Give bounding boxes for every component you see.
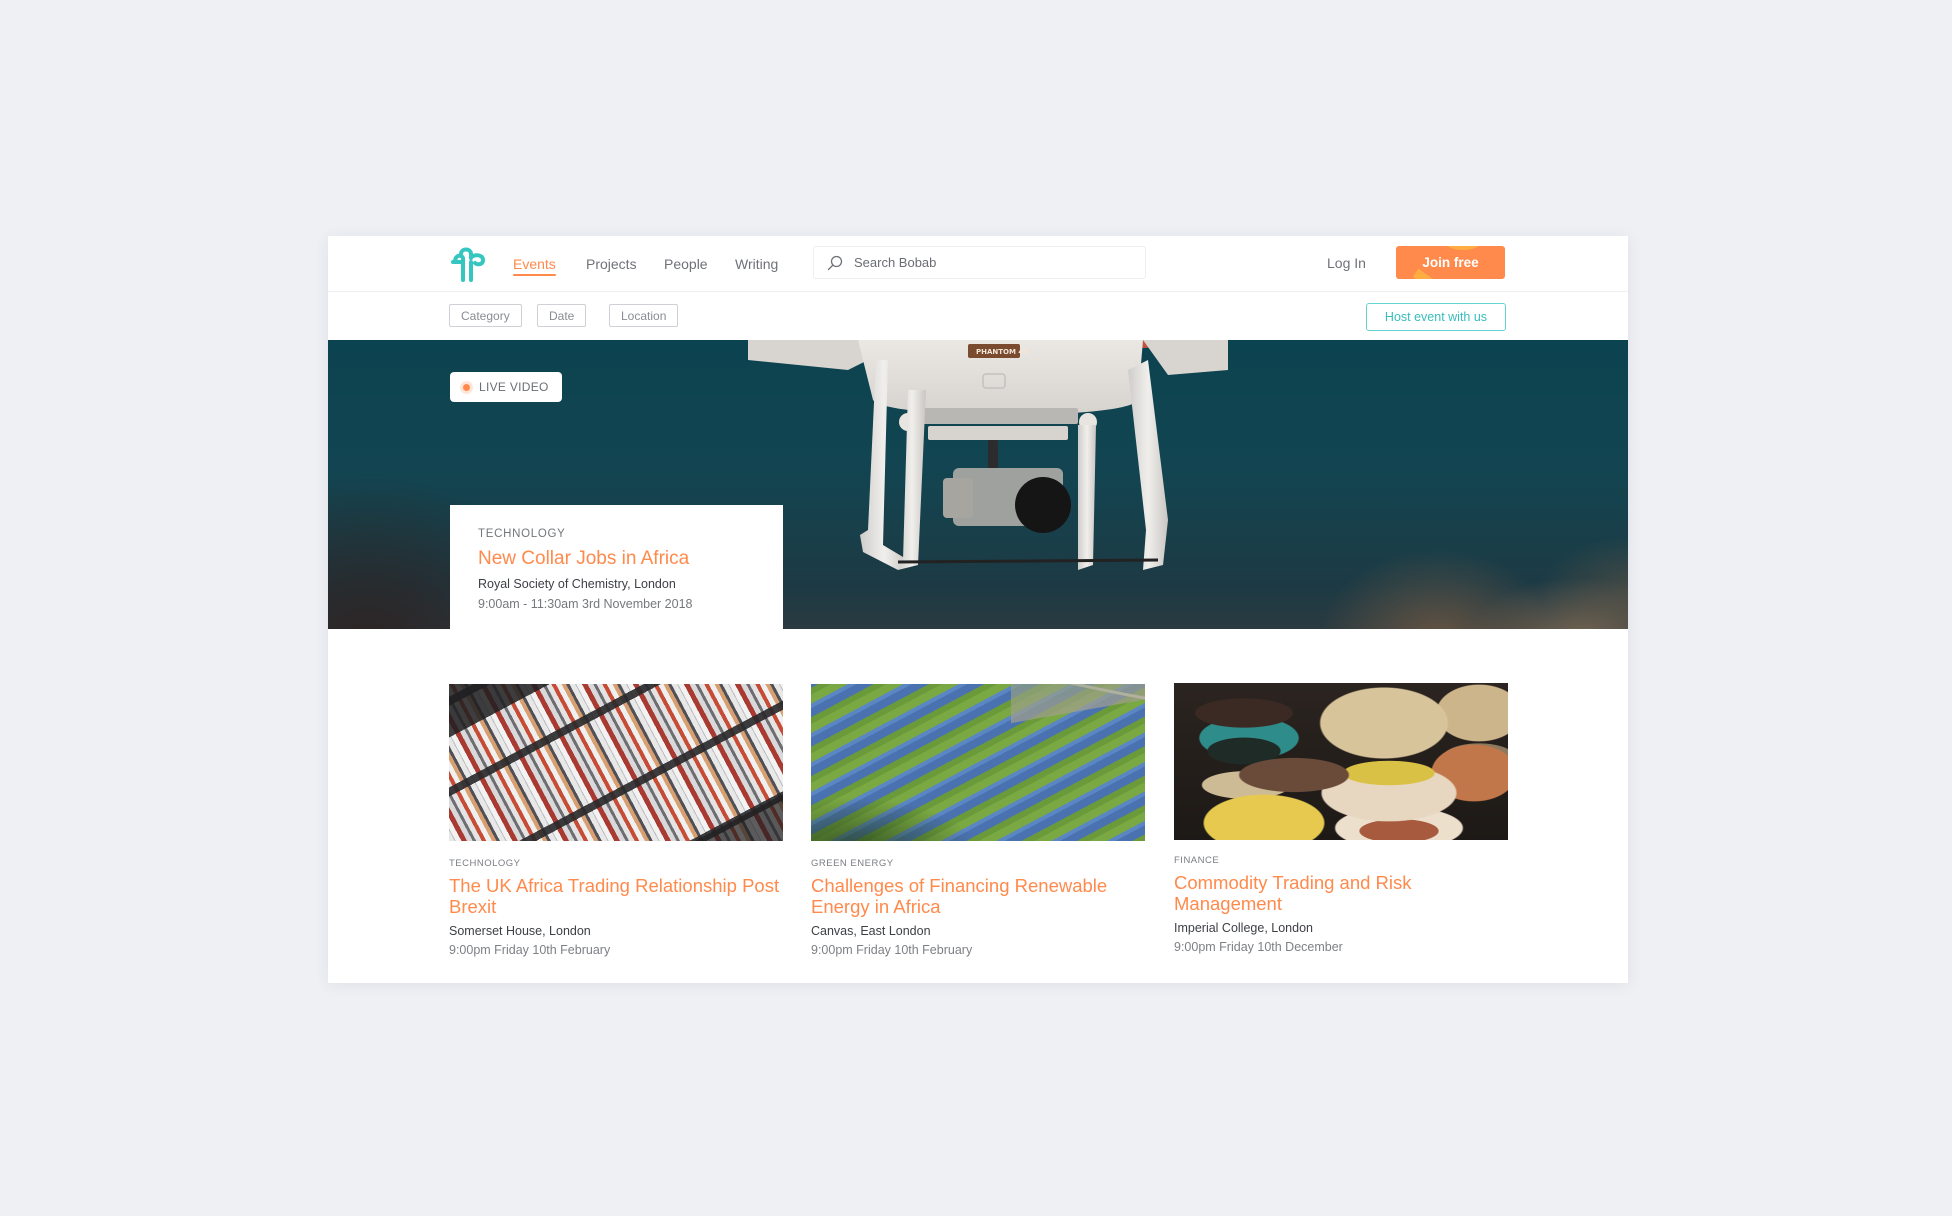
event-title[interactable]: Challenges of Financing Renewable Energy… [811,875,1145,917]
search-box[interactable] [813,246,1146,279]
event-time: 9:00pm Friday 10th February [449,943,611,957]
search-input[interactable] [854,255,1114,270]
baobab-tree-icon[interactable] [449,245,489,283]
event-venue: Somerset House, London [449,924,591,938]
nav-projects[interactable]: Projects [586,255,637,273]
host-event-button[interactable]: Host event with us [1366,303,1506,331]
nav-events[interactable]: Events [513,255,556,276]
event-venue: Canvas, East London [811,924,931,938]
nav-people[interactable]: People [664,255,708,273]
filter-date[interactable]: Date [537,304,587,327]
event-title[interactable]: The UK Africa Trading Relationship Post … [449,875,783,917]
event-card[interactable]: GREEN ENERGY Challenges of Financing Ren… [811,684,1145,957]
join-free-button[interactable]: Join free [1396,246,1505,279]
featured-event-category: TECHNOLOGY [478,528,566,540]
event-list: TECHNOLOGY The UK Africa Trading Relatio… [449,683,1509,974]
event-time: 9:00pm Friday 10th February [811,943,973,957]
event-category: FINANCE [1174,855,1220,866]
hero-banner[interactable]: PHANTOM 4K LIVE VIDEO TECHNOLOGY New Col… [328,340,1628,629]
nav-writing[interactable]: Writing [735,255,778,273]
event-time: 9:00pm Friday 10th December [1174,940,1343,954]
event-card[interactable]: FINANCE Commodity Trading and Risk Manag… [1174,683,1508,954]
event-image-shipping-containers[interactable] [449,684,783,841]
event-category: GREEN ENERGY [811,858,894,869]
event-venue: Imperial College, London [1174,921,1313,935]
filter-location[interactable]: Location [609,304,679,327]
filter-bar: Category Date Location Host event with u… [328,292,1628,340]
event-card[interactable]: TECHNOLOGY The UK Africa Trading Relatio… [449,684,783,957]
event-image-spice-sacks[interactable] [1174,683,1508,840]
page-frame: Events Projects People Writing Log In Jo… [328,236,1628,983]
live-video-badge[interactable]: LIVE VIDEO [450,372,562,402]
event-title[interactable]: Commodity Trading and Risk Management [1174,872,1508,914]
search-icon [827,255,843,270]
login-link[interactable]: Log In [1327,255,1366,271]
drone-image: PHANTOM 4K [748,340,1228,570]
featured-event-card[interactable]: TECHNOLOGY New Collar Jobs in Africa Roy… [450,505,783,629]
featured-event-title[interactable]: New Collar Jobs in Africa [478,548,755,570]
event-image-solar-farm[interactable] [811,684,1145,841]
featured-event-venue: Royal Society of Chemistry, London [478,577,676,591]
svg-text:PHANTOM 4K: PHANTOM 4K [976,348,1029,356]
live-indicator-icon [463,383,470,391]
featured-event-time: 9:00am - 11:30am 3rd November 2018 [478,597,693,611]
filter-category[interactable]: Category [449,304,522,327]
event-category: TECHNOLOGY [449,858,521,869]
top-nav: Events Projects People Writing Log In Jo… [328,236,1628,292]
join-free-label: Join free [1422,255,1479,270]
live-video-label: LIVE VIDEO [479,380,549,394]
